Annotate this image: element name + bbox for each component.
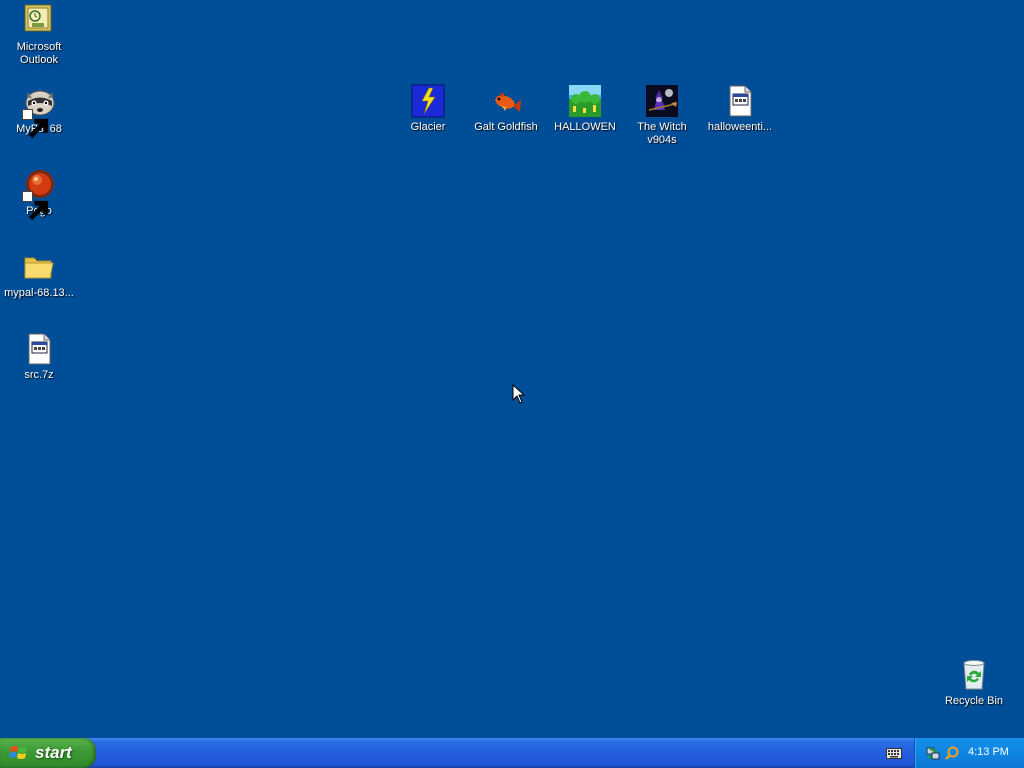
desktop-icon-label: halloweenti...: [707, 121, 773, 133]
witch-icon: [645, 84, 679, 118]
desktop-icon-label: mypal-68.13...: [4, 287, 74, 299]
goldfish-icon: [489, 84, 523, 118]
shortcut-arrow-icon: [22, 109, 49, 139]
outlook-icon: [22, 4, 56, 38]
desktop-icon-label: The Witch v904s: [637, 121, 687, 146]
desktop-icon-hallowen[interactable]: HALLOWEN: [547, 84, 623, 134]
windows-logo-icon: [9, 746, 27, 759]
desktop-icon-galt-goldfish[interactable]: Galt Goldfish: [468, 84, 544, 134]
keyboard-icon[interactable]: [886, 747, 902, 759]
mouse-pointer-icon: [512, 384, 526, 404]
recycle-bin-icon: [957, 658, 991, 692]
folder-icon: [22, 250, 56, 284]
desktop-icon-microsoft-outlook[interactable]: Microsoft Outlook: [1, 4, 77, 67]
search-tray-icon[interactable]: [944, 745, 960, 761]
mypal-raccoon-icon: [22, 86, 56, 139]
taskbar: start 4:13 PM: [0, 738, 1024, 768]
generic-file-icon: [723, 84, 757, 118]
desktop-icon-label: Galt Goldfish: [474, 121, 538, 133]
archive-file-icon: [22, 332, 56, 366]
desktop-icon-pego[interactable]: Pego: [1, 168, 77, 221]
desktop-icon-mypal-68[interactable]: MyPal 68: [1, 86, 77, 139]
start-label: start: [35, 743, 72, 762]
desktop-icon-recycle-bin[interactable]: Recycle Bin: [936, 658, 1012, 708]
desktop[interactable]: Microsoft Outlook MyPal 68 Pego mypal-68…: [0, 0, 1024, 738]
halloween-game-icon: [568, 84, 602, 118]
taskbar-clock[interactable]: 4:13 PM: [968, 746, 1009, 758]
network-tray-icon[interactable]: [925, 745, 941, 761]
desktop-icon-halloweenti-file[interactable]: halloweenti...: [702, 84, 778, 134]
desktop-icon-label: src.7z: [24, 369, 54, 381]
start-button[interactable]: start: [0, 738, 96, 768]
desktop-icon-label: Microsoft Outlook: [16, 41, 62, 66]
desktop-icon-mypal-folder[interactable]: mypal-68.13...: [1, 250, 77, 300]
desktop-icon-glacier[interactable]: Glacier: [390, 84, 466, 134]
shortcut-arrow-icon: [22, 191, 49, 221]
desktop-icon-label: HALLOWEN: [554, 121, 616, 133]
desktop-icon-label: Recycle Bin: [944, 695, 1004, 707]
system-tray: 4:13 PM: [914, 738, 1024, 768]
pego-ball-icon: [22, 168, 56, 221]
desktop-icon-the-witch[interactable]: The Witch v904s: [624, 84, 700, 147]
desktop-icon-src-7z[interactable]: src.7z: [1, 332, 77, 382]
desktop-icon-label: Glacier: [410, 121, 446, 133]
glacier-icon: [411, 84, 445, 118]
